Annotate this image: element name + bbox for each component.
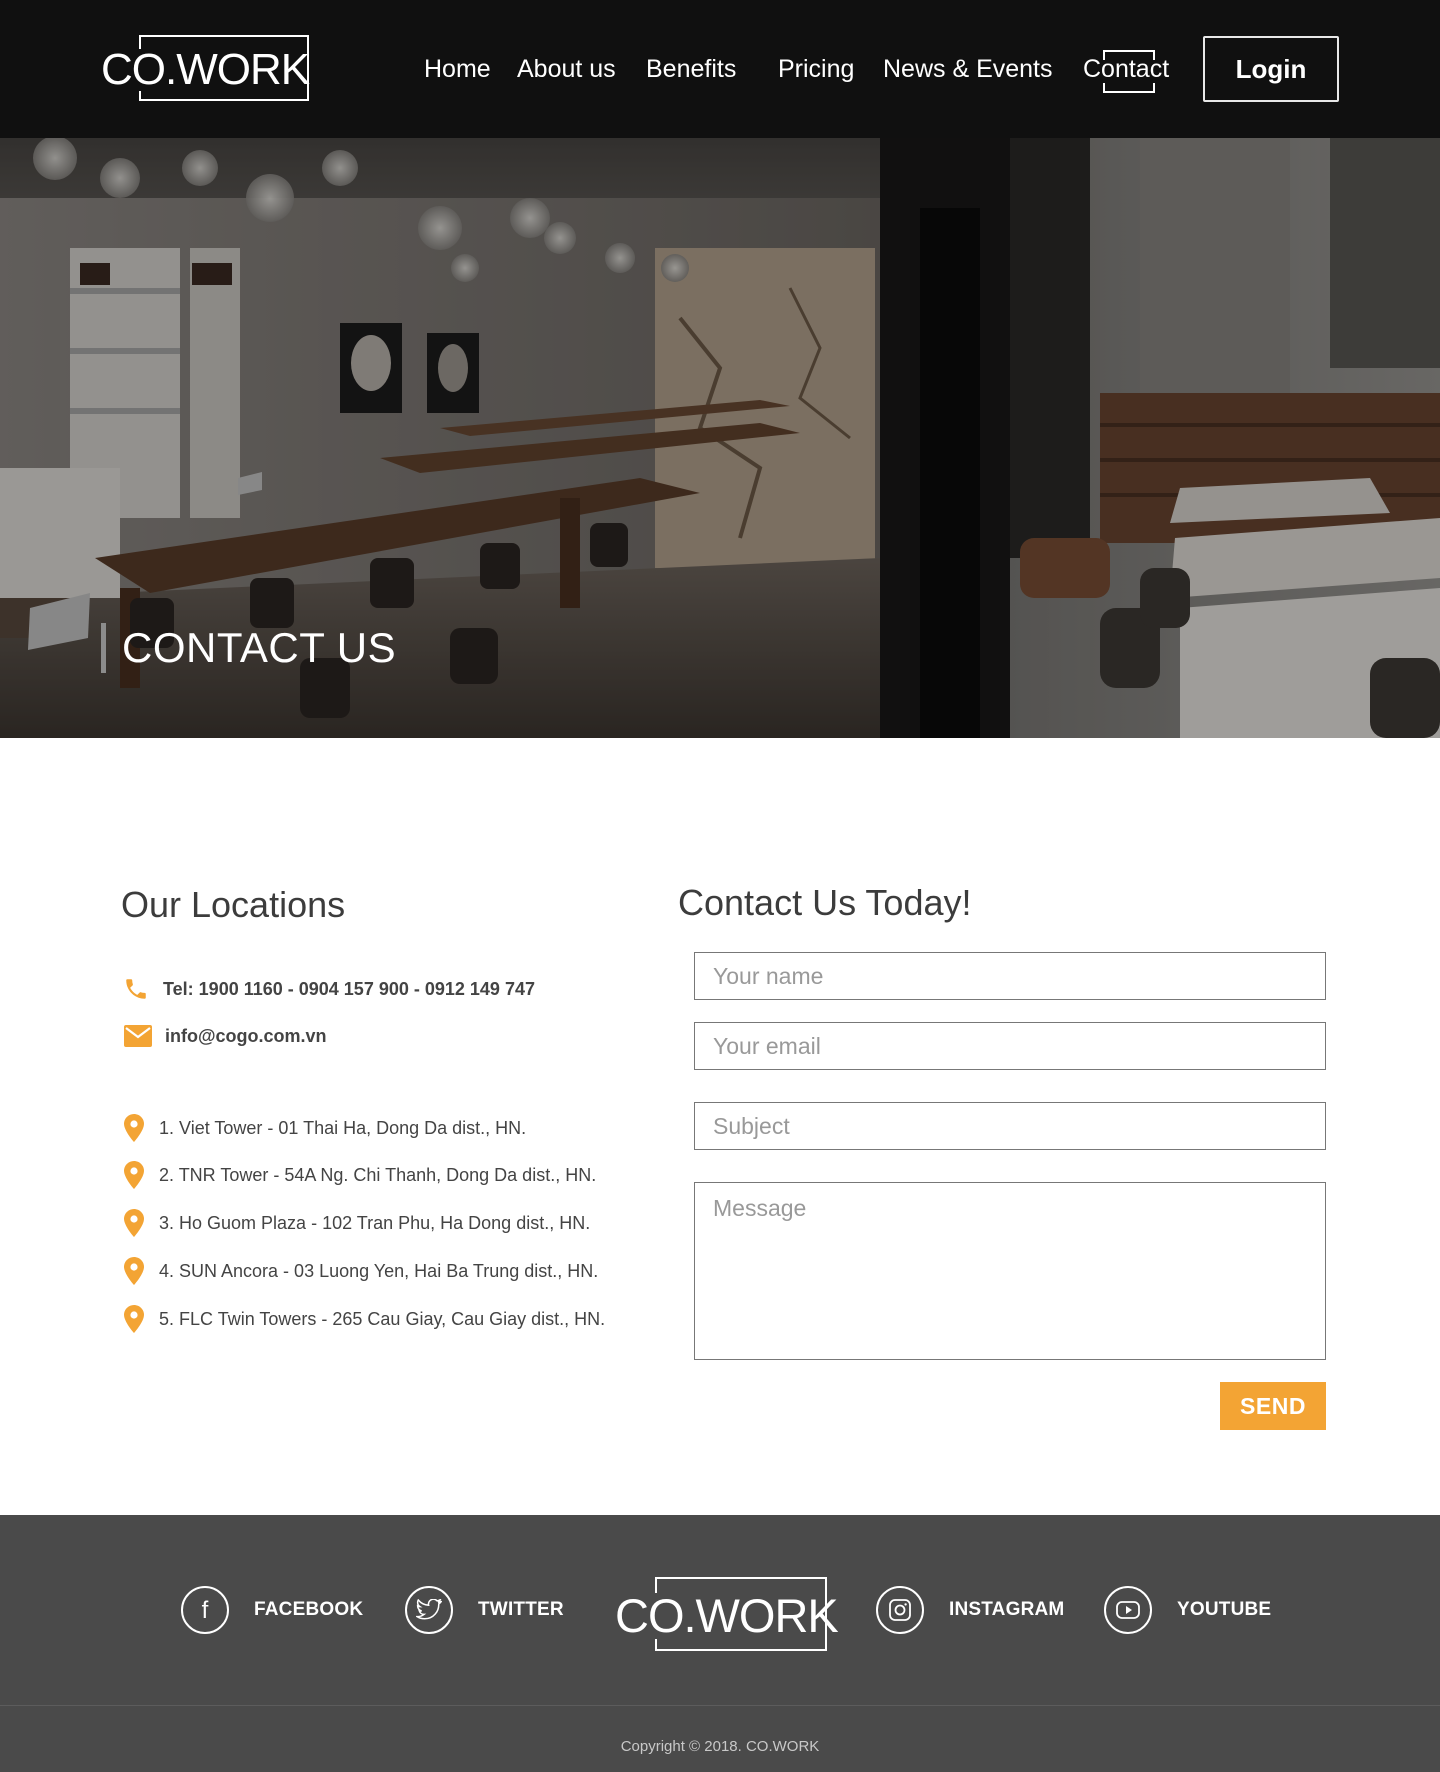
youtube-icon bbox=[1104, 1586, 1152, 1634]
hero-title: CONTACT US bbox=[101, 623, 396, 673]
location-text: 1. Viet Tower - 01 Thai Ha, Dong Da dist… bbox=[159, 1117, 527, 1138]
instagram-icon bbox=[876, 1586, 924, 1634]
nav-pricing[interactable]: Pricing bbox=[778, 55, 854, 84]
copyright-text: Copyright © 2018. CO.WORK bbox=[620, 1738, 820, 1755]
instagram-label: INSTAGRAM bbox=[949, 1599, 1065, 1620]
facebook-link[interactable]: f FACEBOOK bbox=[181, 1585, 363, 1635]
phone-line: Tel: 1900 1160 - 0904 157 900 - 0912 149… bbox=[121, 974, 535, 1004]
youtube-label: YOUTUBE bbox=[1177, 1599, 1272, 1620]
email-text[interactable]: info@cogo.com.vn bbox=[165, 1026, 327, 1047]
login-button[interactable]: Login bbox=[1203, 36, 1339, 102]
twitter-label: TWITTER bbox=[478, 1599, 564, 1620]
hero-banner: CONTACT US bbox=[0, 138, 1440, 738]
top-navbar: CO.WORK Home About us Benefits Pricing N… bbox=[0, 0, 1440, 138]
map-pin-icon bbox=[123, 1160, 145, 1190]
logo-text: CO.WORK bbox=[101, 45, 310, 94]
map-pin-icon bbox=[123, 1208, 145, 1238]
footer: f FACEBOOK TWITTER CO.WORK INSTAGRAM YOU… bbox=[0, 1515, 1440, 1772]
location-item: 2. TNR Tower - 54A Ng. Chi Thanh, Dong D… bbox=[123, 1160, 596, 1190]
phone-icon bbox=[121, 974, 151, 1004]
map-pin-icon bbox=[123, 1113, 145, 1143]
name-input[interactable] bbox=[694, 952, 1326, 1000]
location-text: 2. TNR Tower - 54A Ng. Chi Thanh, Dong D… bbox=[159, 1164, 597, 1185]
map-pin-icon bbox=[123, 1256, 145, 1286]
subject-input[interactable] bbox=[694, 1102, 1326, 1150]
youtube-link[interactable]: YOUTUBE bbox=[1104, 1585, 1271, 1635]
location-text: 5. FLC Twin Towers - 265 Cau Giay, Cau G… bbox=[159, 1308, 606, 1329]
footer-logo-text: CO.WORK bbox=[615, 1589, 839, 1642]
twitter-link[interactable]: TWITTER bbox=[405, 1585, 564, 1635]
svg-text:f: f bbox=[202, 1598, 209, 1622]
nav-news-events[interactable]: News & Events bbox=[883, 55, 1053, 84]
contact-form-title: Contact Us Today! bbox=[678, 882, 972, 923]
twitter-icon bbox=[405, 1586, 453, 1634]
location-item: 1. Viet Tower - 01 Thai Ha, Dong Da dist… bbox=[123, 1113, 526, 1143]
location-item: 4. SUN Ancora - 03 Luong Yen, Hai Ba Tru… bbox=[123, 1256, 598, 1286]
footer-cowork-logo[interactable]: CO.WORK bbox=[615, 1577, 839, 1653]
locations-title: Our Locations bbox=[121, 884, 346, 925]
email-input[interactable] bbox=[694, 1022, 1326, 1070]
facebook-icon: f bbox=[181, 1586, 229, 1634]
location-text: 4. SUN Ancora - 03 Luong Yen, Hai Ba Tru… bbox=[159, 1260, 599, 1281]
location-text: 3. Ho Guom Plaza - 102 Tran Phu, Ha Dong… bbox=[159, 1212, 591, 1233]
phone-text: Tel: 1900 1160 - 0904 157 900 - 0912 149… bbox=[163, 978, 535, 999]
location-item: 3. Ho Guom Plaza - 102 Tran Phu, Ha Dong… bbox=[123, 1208, 590, 1238]
email-line: info@cogo.com.vn bbox=[123, 1021, 327, 1051]
facebook-label: FACEBOOK bbox=[254, 1599, 364, 1620]
message-textarea[interactable] bbox=[694, 1182, 1326, 1360]
mail-icon bbox=[123, 1021, 153, 1051]
footer-divider bbox=[0, 1705, 1440, 1706]
nav-contact[interactable]: Contact bbox=[1083, 50, 1169, 93]
location-item: 5. FLC Twin Towers - 265 Cau Giay, Cau G… bbox=[123, 1304, 605, 1334]
send-button[interactable]: SEND bbox=[1220, 1382, 1326, 1430]
nav-benefits[interactable]: Benefits bbox=[646, 55, 736, 84]
instagram-link[interactable]: INSTAGRAM bbox=[876, 1585, 1064, 1635]
map-pin-icon bbox=[123, 1304, 145, 1334]
nav-about-us[interactable]: About us bbox=[517, 55, 616, 84]
nav-home[interactable]: Home bbox=[424, 55, 491, 84]
